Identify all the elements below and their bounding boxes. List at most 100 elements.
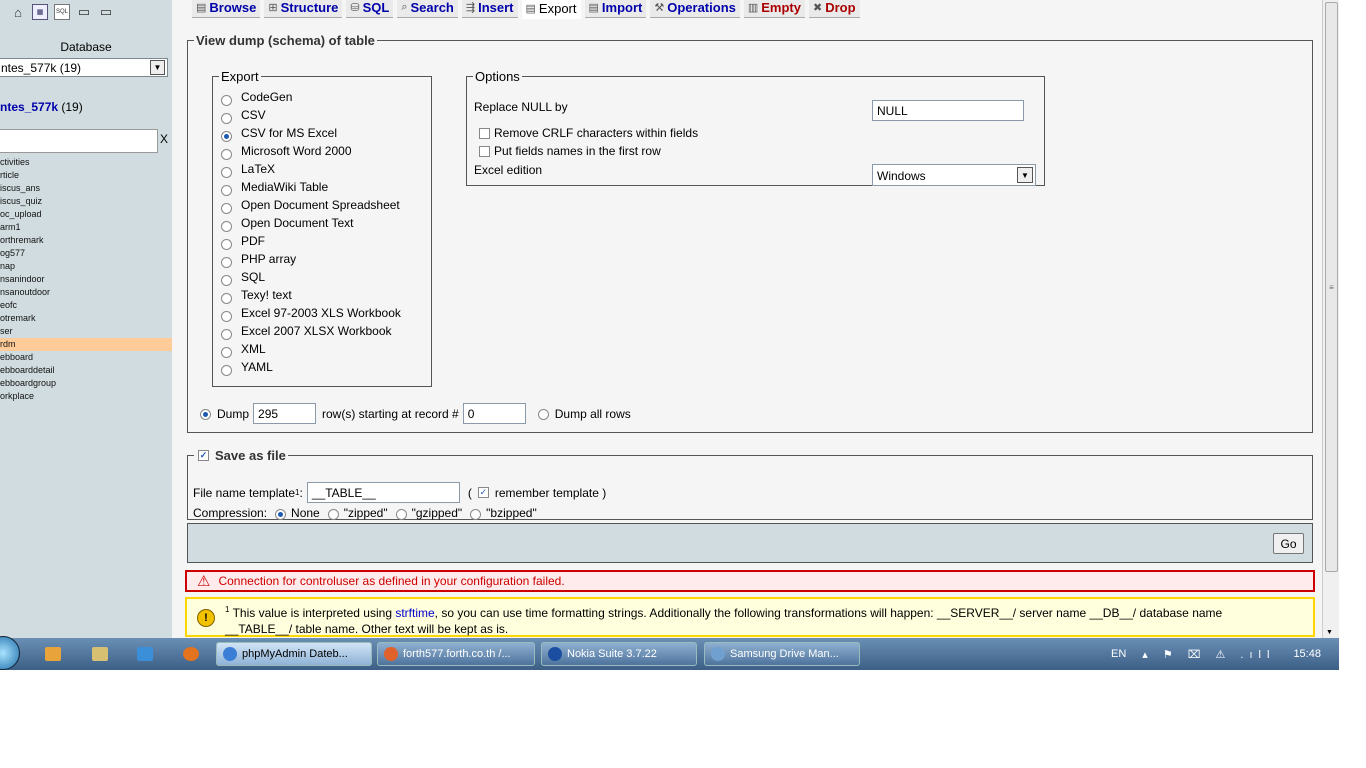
tab-search[interactable]: ⌕ Search [397, 0, 458, 18]
dump-rows-radio[interactable] [200, 409, 211, 420]
format-radio[interactable] [221, 310, 232, 322]
folder-icon[interactable] [92, 647, 108, 661]
format-option[interactable]: YAML [213, 358, 431, 376]
sidebar-table-item[interactable]: ctivities [0, 156, 172, 169]
format-radio[interactable] [221, 328, 232, 340]
tab-insert[interactable]: ⇶ Insert [461, 0, 518, 18]
format-radio[interactable] [221, 274, 232, 286]
firefox-icon[interactable] [183, 647, 199, 661]
format-option[interactable]: PDF [213, 232, 431, 250]
help-icon[interactable]: ▭ [98, 4, 114, 20]
sidebar-table-item[interactable]: iscus_quiz [0, 195, 172, 208]
remember-template-checkbox[interactable]: ✓ [477, 487, 489, 498]
media-player-icon[interactable] [137, 647, 153, 661]
database-icon[interactable]: ▦ [32, 4, 48, 20]
sidebar-table-item[interactable]: rdm [0, 338, 172, 351]
format-option[interactable]: Open Document Spreadsheet [213, 196, 431, 214]
format-option[interactable]: Texy! text [213, 286, 431, 304]
format-radio[interactable] [221, 202, 232, 214]
scrollbar-thumb[interactable]: ≡ [1325, 2, 1338, 572]
format-option[interactable]: Open Document Text [213, 214, 431, 232]
clear-filter-icon[interactable]: X [160, 132, 168, 146]
sidebar-table-item[interactable]: rticle [0, 169, 172, 182]
sidebar-table-item[interactable]: ser [0, 325, 172, 338]
dropdown-arrow-icon[interactable]: ▼ [1017, 167, 1033, 183]
save-as-file-checkbox[interactable]: ✓ [198, 450, 209, 461]
remove-crlf-checkbox[interactable] [479, 127, 490, 139]
format-radio[interactable] [221, 238, 232, 250]
format-radio[interactable] [221, 346, 232, 358]
field-names-option[interactable]: Put fields names in the first row [479, 144, 661, 158]
tab-structure[interactable]: ⊞ Structure [264, 0, 343, 18]
format-radio[interactable] [221, 148, 232, 160]
taskbar-window-button[interactable]: forth577.forth.co.th /... [377, 642, 535, 666]
format-option[interactable]: CSV for MS Excel [213, 124, 431, 142]
sidebar-table-item[interactable]: nap [0, 260, 172, 273]
format-radio[interactable] [221, 220, 232, 232]
tab-drop[interactable]: ✖ Drop [809, 0, 860, 18]
remove-crlf-option[interactable]: Remove CRLF characters within fields [479, 126, 698, 140]
format-option[interactable]: XML [213, 340, 431, 358]
tab-operations[interactable]: ⚒ Operations [650, 0, 740, 18]
dump-all-radio[interactable] [537, 409, 549, 420]
sidebar-table-item[interactable]: orthremark [0, 234, 172, 247]
scroll-down-icon[interactable]: ▼ [1326, 629, 1333, 636]
format-radio[interactable] [221, 130, 232, 142]
tab-import[interactable]: ▤ Import [584, 0, 647, 18]
clock[interactable]: 15:48 [1293, 648, 1321, 660]
file-template-input[interactable]: __TABLE__ [306, 482, 460, 503]
format-radio[interactable] [221, 112, 232, 124]
table-filter-input[interactable] [0, 129, 158, 153]
dump-rows-input[interactable]: 295 [253, 403, 317, 424]
format-radio[interactable] [221, 292, 232, 304]
sidebar-table-item[interactable]: iscus_ans [0, 182, 172, 195]
format-option[interactable]: Microsoft Word 2000 [213, 142, 431, 160]
format-option[interactable]: PHP array [213, 250, 431, 268]
home-icon[interactable]: ⌂ [10, 4, 26, 20]
database-select[interactable]: ntes_577k (19) ▼ [0, 58, 168, 77]
replace-null-input[interactable]: NULL [872, 100, 1024, 121]
format-option[interactable]: LaTeX [213, 160, 431, 178]
sidebar-table-item[interactable]: nsanindoor [0, 273, 172, 286]
taskbar-window-button[interactable]: Samsung Drive Man... [704, 642, 860, 666]
start-button[interactable] [0, 636, 20, 670]
go-button[interactable]: Go [1273, 533, 1304, 554]
format-radio[interactable] [221, 256, 232, 268]
format-radio[interactable] [221, 184, 232, 196]
sidebar-table-item[interactable]: arm1 [0, 221, 172, 234]
tab-export[interactable]: ▤ Export [521, 0, 581, 19]
compression-radio[interactable] [275, 508, 287, 520]
compression-radio[interactable] [395, 508, 407, 520]
format-option[interactable]: Excel 2007 XLSX Workbook [213, 322, 431, 340]
format-option[interactable]: SQL [213, 268, 431, 286]
sidebar-table-item[interactable]: og577 [0, 247, 172, 260]
sidebar-table-item[interactable]: orkplace [0, 390, 172, 403]
clock-app-icon[interactable] [45, 647, 61, 661]
sql-query-icon[interactable]: SQL [54, 4, 70, 20]
tab-sql[interactable]: ⛁ SQL [346, 0, 394, 18]
start-record-input[interactable]: 0 [462, 403, 526, 424]
format-option[interactable]: CodeGen [213, 88, 431, 106]
database-title-link[interactable]: ntes_577k [0, 100, 58, 114]
tab-browse[interactable]: ▤ Browse [192, 0, 261, 18]
excel-edition-select[interactable]: Windows ▼ [872, 164, 1036, 186]
docs-icon[interactable]: ▭ [76, 4, 92, 20]
sidebar-table-item[interactable]: otremark [0, 312, 172, 325]
format-radio[interactable] [221, 94, 232, 106]
sidebar-table-item[interactable]: ebboarddetail [0, 364, 172, 377]
strftime-link[interactable]: strftime [395, 606, 434, 620]
save-as-file-legend[interactable]: ✓ Save as file [194, 448, 288, 463]
compression-radio[interactable] [470, 508, 482, 520]
format-option[interactable]: CSV [213, 106, 431, 124]
sidebar-table-item[interactable]: ebboard [0, 351, 172, 364]
field-names-checkbox[interactable] [479, 145, 490, 157]
sidebar-table-item[interactable]: nsanoutdoor [0, 286, 172, 299]
language-indicator[interactable]: EN [1111, 648, 1126, 660]
taskbar-window-button[interactable]: Nokia Suite 3.7.22 [541, 642, 697, 666]
sidebar-table-item[interactable]: eofc [0, 299, 172, 312]
sidebar-table-item[interactable]: oc_upload [0, 208, 172, 221]
dropdown-arrow-icon[interactable]: ▼ [150, 60, 165, 75]
format-radio[interactable] [221, 166, 232, 178]
tray-icons[interactable]: ▴ ⚑ ⌧ ⚠ .ıll [1142, 648, 1275, 661]
sidebar-table-item[interactable]: ebboardgroup [0, 377, 172, 390]
